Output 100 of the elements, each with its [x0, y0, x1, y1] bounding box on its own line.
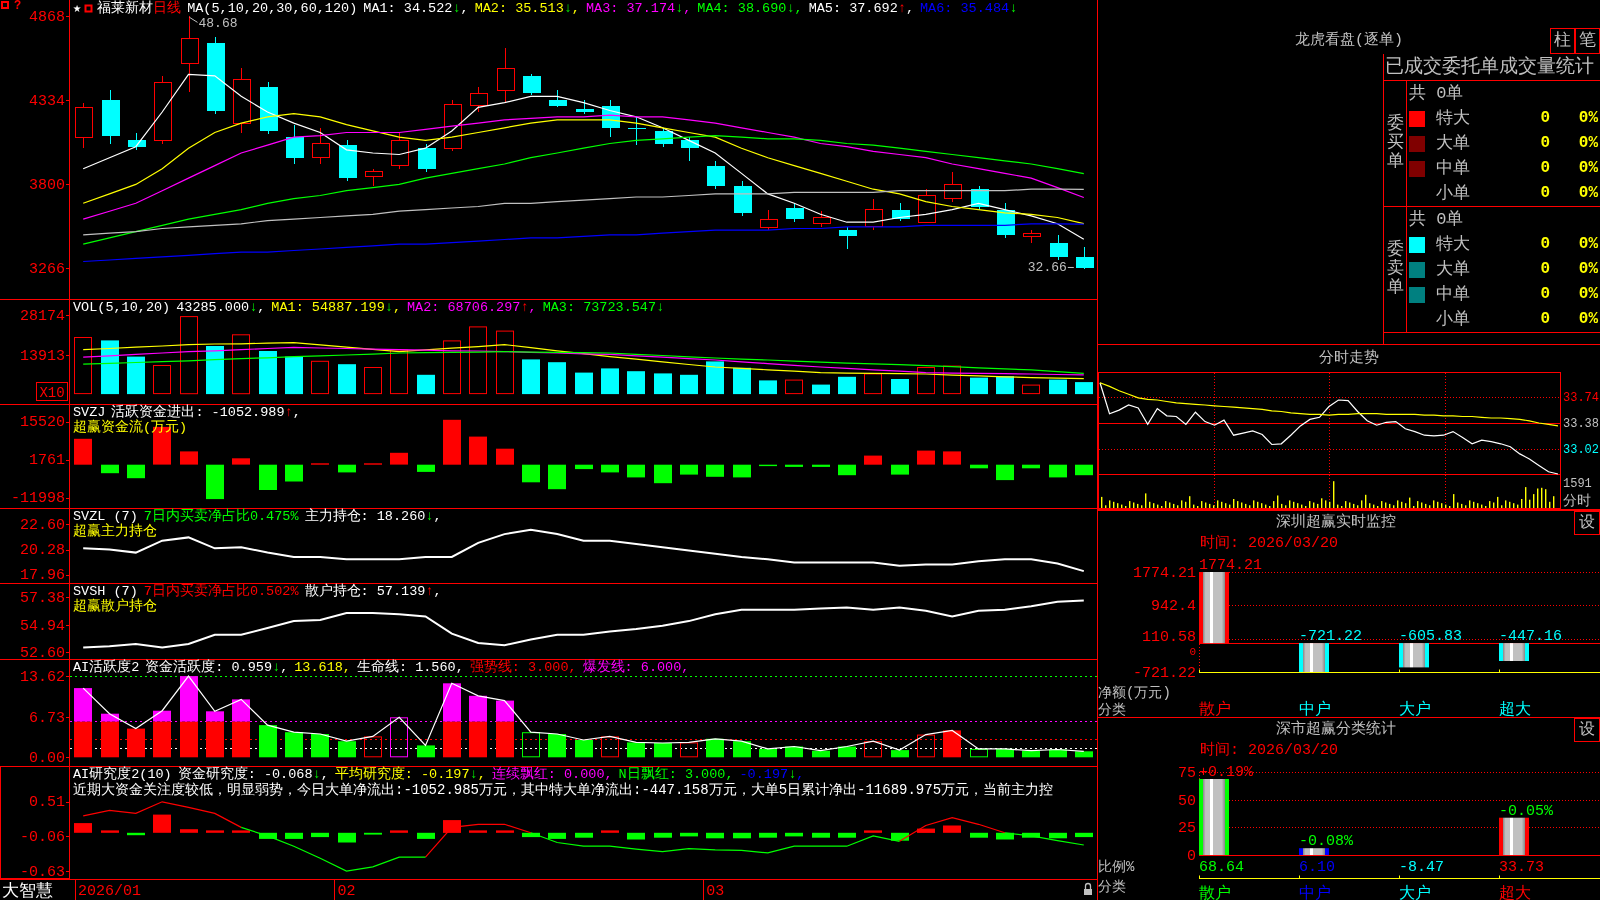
fund-flow-bar: [943, 451, 961, 465]
candlestick: [153, 75, 172, 144]
research-bar: [627, 832, 645, 840]
volume-bar: [1075, 382, 1093, 395]
order-count: 0: [1539, 133, 1550, 154]
axis-label: 3266: [29, 261, 65, 278]
volume-bar: [443, 340, 461, 395]
order-share: 0%: [1577, 309, 1599, 330]
indicator-label: SVZL (7): [73, 509, 138, 524]
net-amount-bar: [1199, 572, 1229, 644]
order-count: 0: [1539, 158, 1550, 179]
candlestick: [232, 67, 251, 133]
indicator-readout: 主力持仓: 18.260: [304, 509, 426, 524]
indicator-label: AI研究度2(10): [73, 767, 172, 782]
candlestick: [970, 185, 989, 211]
fund-flow-bar: [575, 464, 593, 470]
research-bar: [1075, 832, 1093, 838]
candlestick: [1022, 229, 1041, 244]
candlestick: [812, 210, 831, 228]
indicator-label: 生命线: 1.560,: [356, 660, 464, 675]
research-bar: [180, 829, 198, 833]
trend-arrow: ↓,: [384, 300, 401, 315]
order-type-label: 小单: [1436, 309, 1471, 331]
activity-bar: [575, 740, 593, 758]
axis-label: -11998: [11, 490, 65, 508]
fund-flow-bar: [496, 448, 514, 465]
trend-arrow: ↑,: [520, 300, 537, 315]
group-label: 委买单: [1386, 115, 1404, 172]
ratio-bar: [1499, 817, 1529, 855]
activity-bar: [601, 736, 619, 758]
candlestick: [1075, 246, 1094, 269]
fund-flow-bar: [232, 458, 250, 465]
activity-bar: [891, 750, 909, 758]
volume-bar: [733, 367, 751, 395]
research-bar: [575, 832, 593, 838]
axis-label: 28174: [20, 307, 65, 325]
research-bar: [153, 814, 171, 833]
fund-flow-bar: [891, 464, 909, 475]
activity-bar: [1049, 749, 1067, 758]
order-share: 0%: [1577, 108, 1599, 129]
activity-bar: [180, 676, 198, 722]
fund-flow-bar: [706, 464, 724, 477]
settings-button[interactable]: 设: [1574, 511, 1600, 535]
value-label: 33.73: [1499, 859, 1544, 876]
group-label: 委卖单: [1386, 241, 1404, 298]
research-bar: [891, 832, 909, 841]
order-share: 0%: [1577, 183, 1599, 204]
order-type-label: 大单: [1436, 259, 1471, 281]
research-bar: [338, 832, 356, 843]
research-bar: [706, 832, 724, 839]
fund-flow-bar: [785, 464, 803, 467]
activity-bar: [469, 695, 487, 722]
volume-bar: [232, 334, 250, 395]
volume-bar: [970, 377, 988, 395]
net-amount-bar: [1499, 643, 1529, 661]
candlestick: [759, 209, 778, 231]
table-title: 已成交委托单成交量统计: [1384, 54, 1600, 81]
activity-bar: [259, 725, 277, 758]
value-label: 1774.21: [1199, 557, 1262, 574]
candlestick: [469, 86, 488, 113]
research-bar: [943, 825, 961, 833]
candlestick: [864, 198, 883, 231]
research-bar: [206, 830, 224, 833]
fund-flow-bar: [285, 464, 303, 482]
square-icon: [84, 4, 94, 13]
volume-bar: [496, 330, 514, 395]
toggle-button[interactable]: 笔: [1575, 27, 1600, 54]
axis-label: 4868: [29, 8, 65, 26]
fund-flow-bar: [627, 464, 645, 478]
indicator-readout: MA6: 35.484: [920, 1, 1010, 16]
order-share: 0%: [1577, 284, 1599, 305]
research-bar: [759, 832, 777, 838]
activity-bar: [943, 730, 961, 758]
panel-title: 分时走势: [1318, 348, 1380, 369]
indicator-readout: -0.197: [739, 767, 789, 782]
candlestick: [601, 99, 620, 138]
ratio-bar: [1299, 848, 1329, 855]
leader-line: [1067, 266, 1075, 268]
volume-bar: [469, 326, 487, 395]
research-bar: [311, 832, 329, 838]
activity-bar: [1022, 750, 1040, 758]
activity-bar: [469, 721, 487, 758]
axis-label: 15520: [20, 414, 65, 432]
indicator-readout: MA4: 38.690: [697, 1, 787, 16]
fund-flow-bar: [101, 464, 119, 474]
axis-title: 比例%: [1098, 859, 1135, 875]
indicator-label: 连续飘红: 0.000,: [491, 767, 613, 782]
settings-button[interactable]: 设: [1574, 718, 1600, 742]
panel-title: 深市超赢分类统计: [1275, 719, 1397, 740]
volume-bar: [891, 379, 909, 395]
activity-bar: [733, 741, 751, 758]
trend-arrow: ↓,: [788, 767, 805, 782]
trend-arrow: ↓,: [469, 767, 486, 782]
volume-bar: [206, 346, 224, 395]
toggle-button[interactable]: 柱: [1550, 27, 1575, 54]
research-bar: [74, 823, 92, 833]
candlestick: [680, 136, 699, 162]
indicator-label: 13.618,: [294, 660, 351, 675]
candlestick: [74, 102, 93, 149]
axis-title: 净额(万元): [1098, 685, 1171, 701]
